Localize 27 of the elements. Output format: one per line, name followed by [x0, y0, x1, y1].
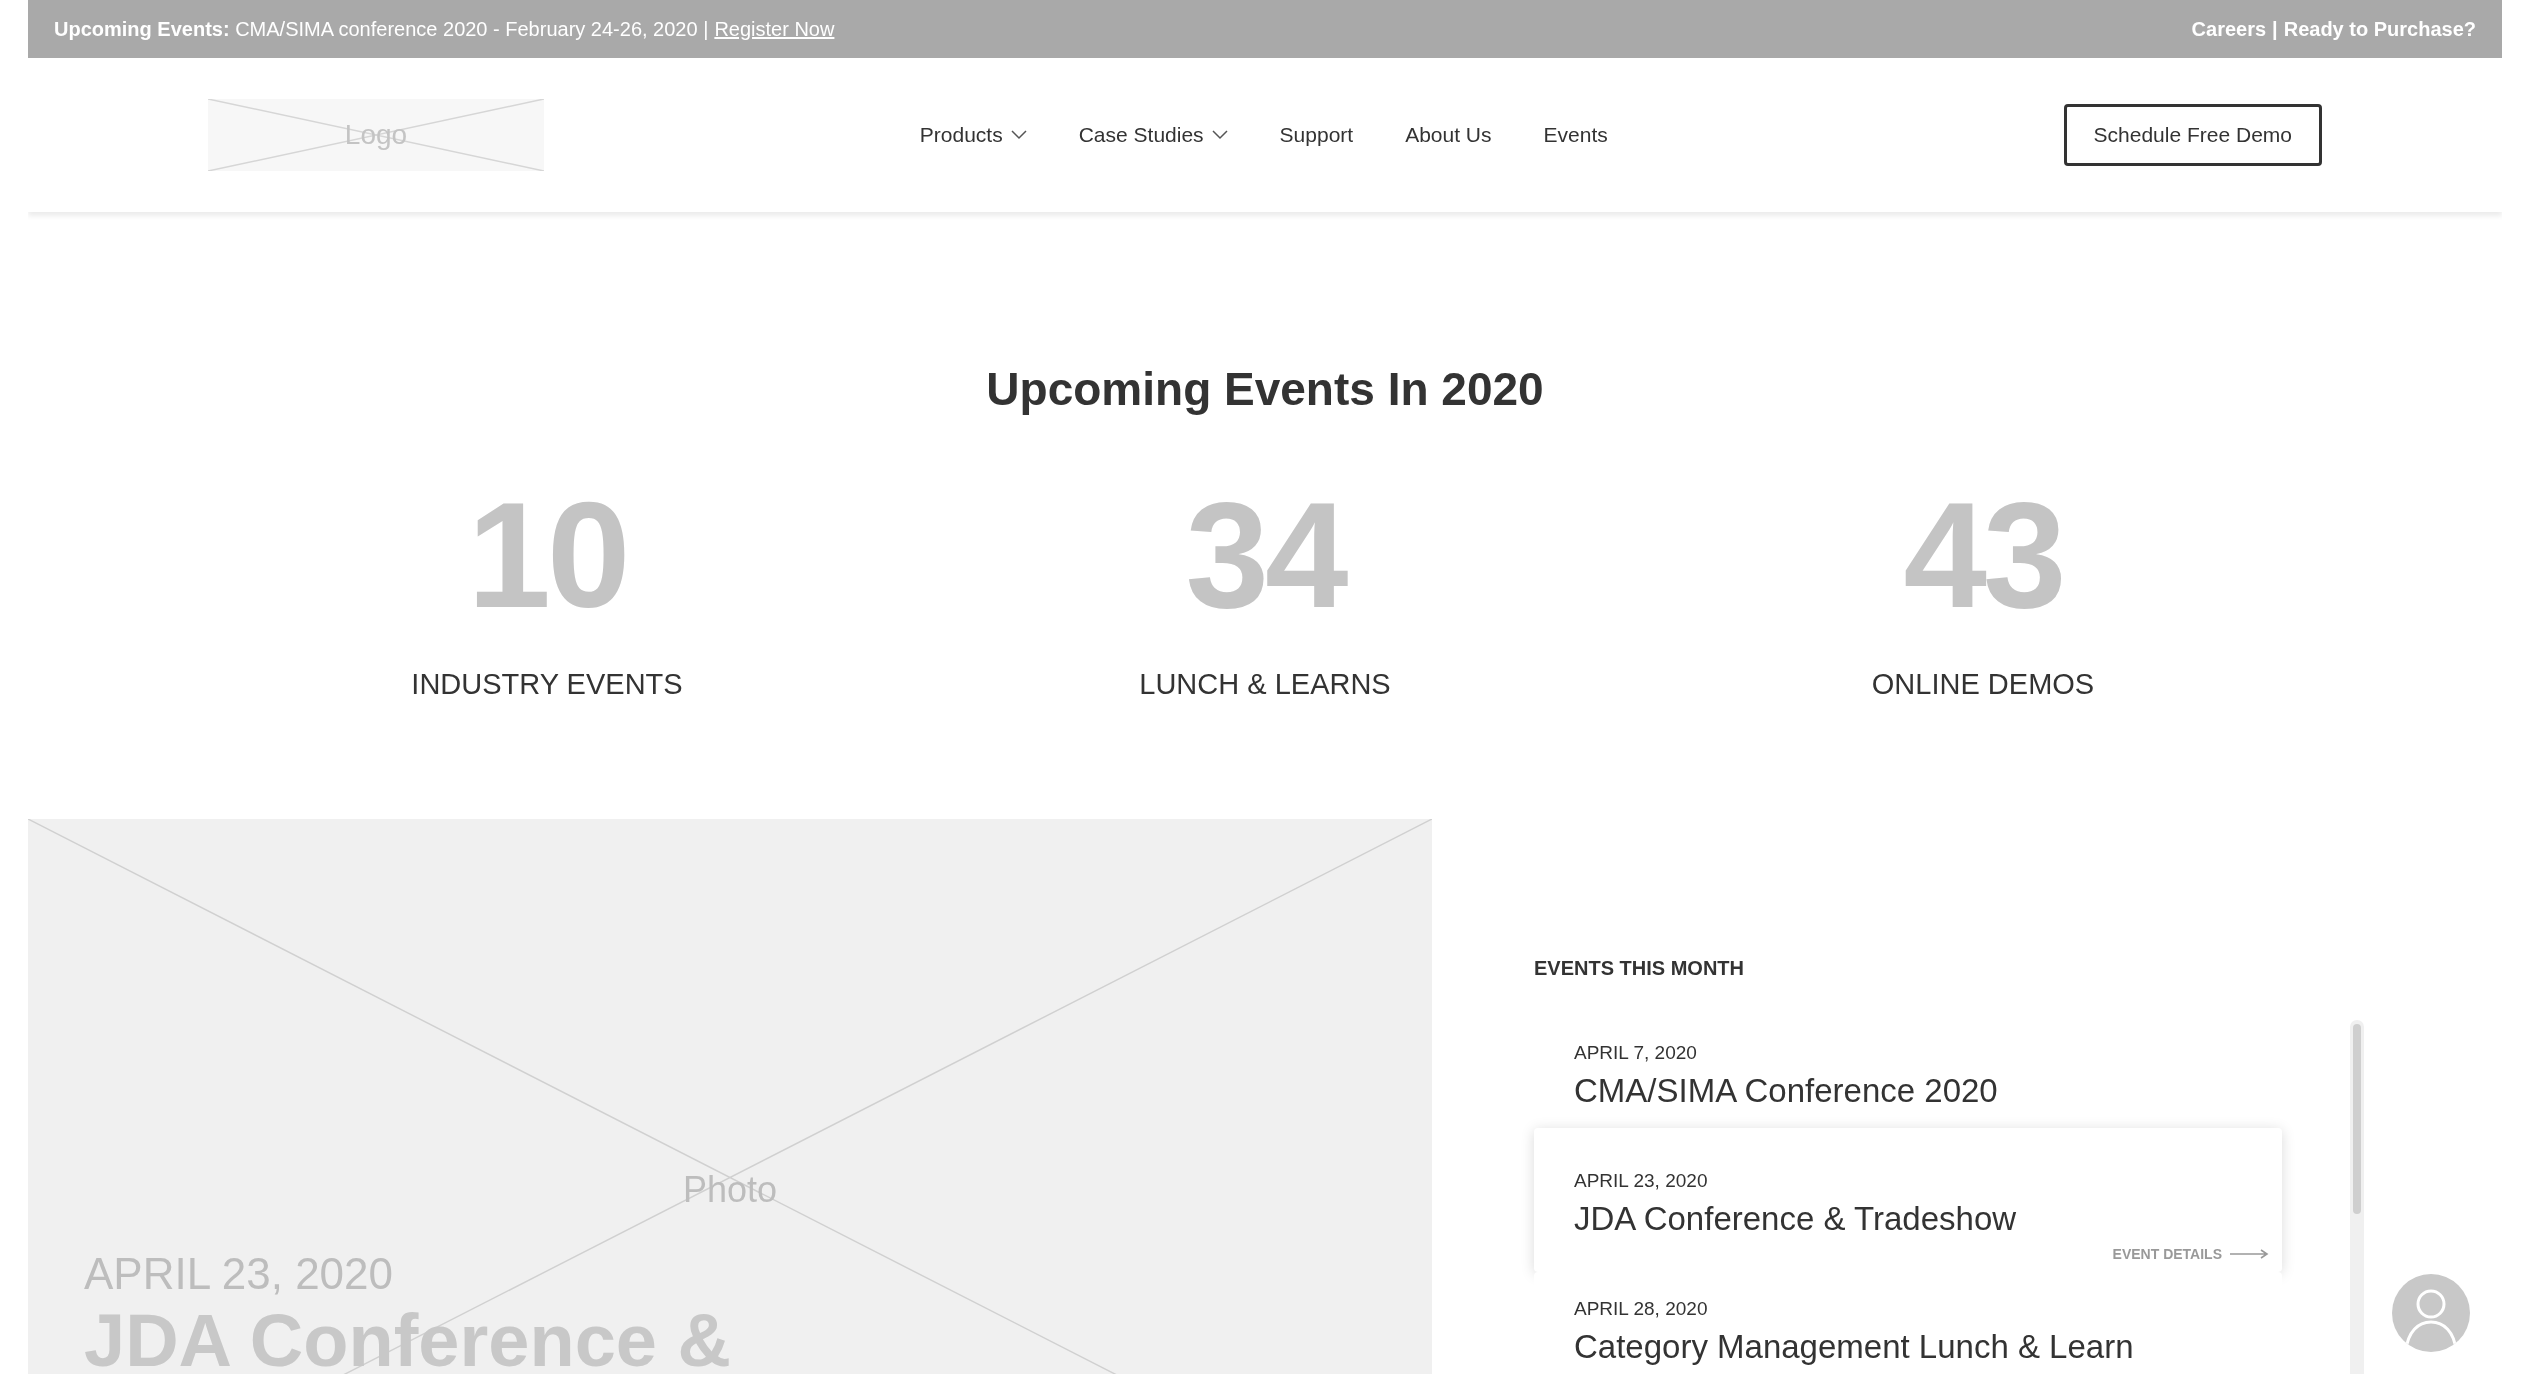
event-date: APRIL 23, 2020 [1574, 1170, 1709, 1192]
stat-label: INDUSTRY EVENTS [411, 668, 683, 701]
event-title: JDA Conference & Tradeshow [1574, 1200, 2018, 1238]
scrollbar[interactable] [2350, 1020, 2364, 1374]
event-title: Category Management Lunch & Learn [1574, 1328, 2135, 1366]
schedule-demo-button[interactable]: Schedule Free Demo [2063, 104, 2322, 166]
event-date: APRIL 7, 2020 [1574, 1042, 1698, 1064]
stat-label: LUNCH & LEARNS [1139, 668, 1391, 701]
announcement-text: Upcoming Events: CMA/SIMA conference 2020 - February 24-26, 2020 | [54, 17, 709, 41]
events-heading: EVENTS THIS MONTH [1534, 957, 1745, 980]
nav-link[interactable]: Case Studies [1078, 123, 1228, 147]
stat-number: 10 [467, 480, 627, 630]
event-date: APRIL 28, 2020 [1574, 1298, 1709, 1320]
arrow-right-icon [2230, 1249, 2270, 1259]
nav-link[interactable]: Events [1543, 123, 1608, 147]
nav-link[interactable]: About Us [1405, 123, 1492, 147]
event-card[interactable]: APRIL 23, 2020 JDA Conference & Tradeshow EVENT DETAILS [1534, 1128, 2282, 1272]
nav-link[interactable]: Products [919, 123, 1027, 147]
chevron-down-icon [1010, 130, 1027, 140]
separator-text: | [2272, 17, 2278, 41]
stat-number: 34 [1185, 480, 1345, 630]
nav-link[interactable]: Support [1279, 123, 1354, 147]
section-heading: Upcoming Events In 2020 [985, 362, 1545, 416]
stat-number: 43 [1903, 480, 2063, 630]
chevron-down-icon [1211, 130, 1228, 140]
event-title: CMA/SIMA Conference 2020 [1574, 1072, 1999, 1110]
stat-label: ONLINE DEMOS [1871, 668, 2095, 701]
